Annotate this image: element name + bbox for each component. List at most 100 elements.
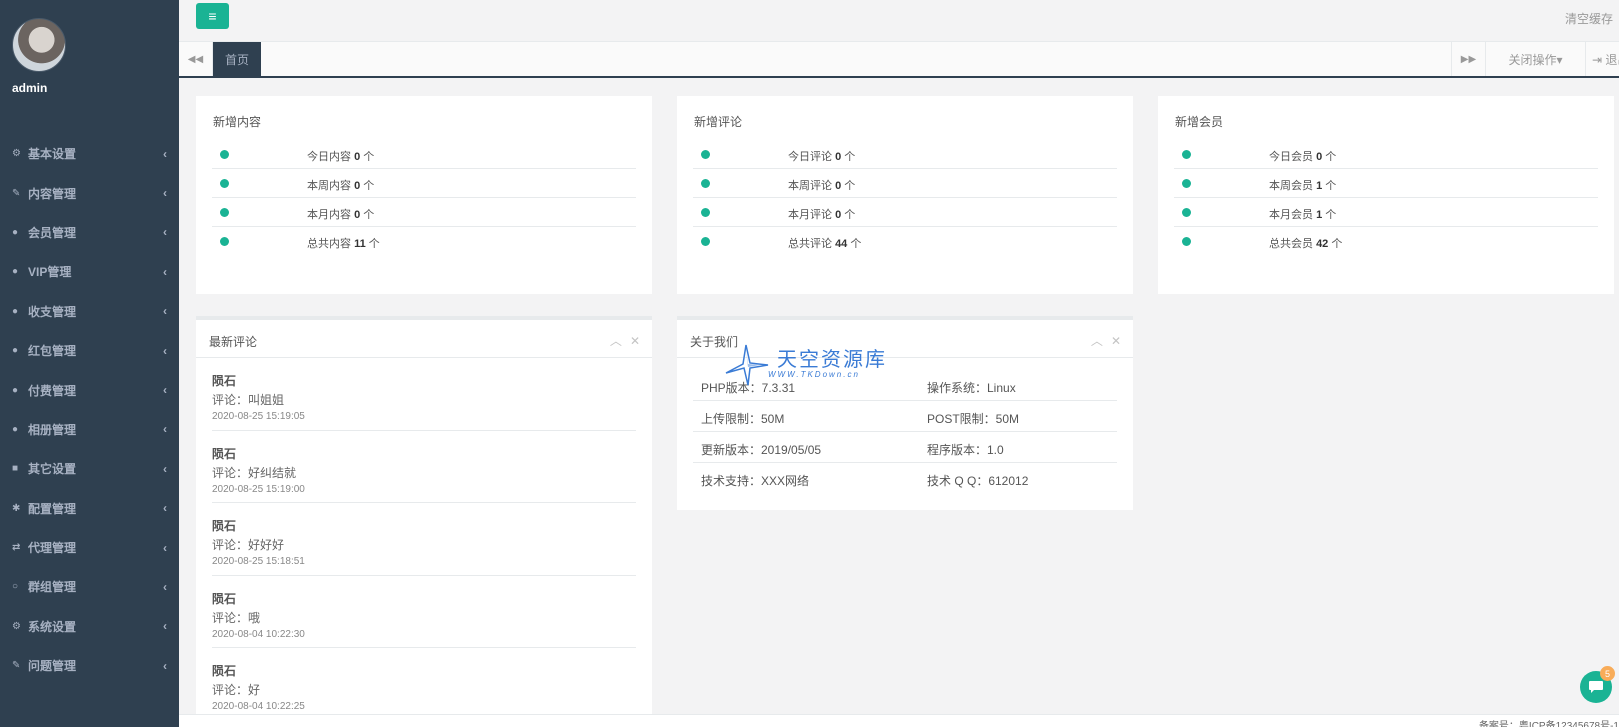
sidebar-item[interactable]: ● 付费管理 ‹ xyxy=(0,370,179,409)
stat-label: 本月内容 xyxy=(307,209,351,221)
chevron-left-icon: ‹ xyxy=(163,264,167,279)
sidebar-item-label: 基本设置 xyxy=(28,147,77,162)
stat-row: 总共会员 42 个 xyxy=(1174,227,1598,256)
stat-value: 0 xyxy=(835,209,842,221)
stat-panel-title: 新增内容 xyxy=(213,115,262,129)
info-left: 技术支持：XXX网络 xyxy=(701,474,810,488)
chevron-left-icon: ‹ xyxy=(163,225,167,240)
stat-value: 1 xyxy=(1316,209,1323,221)
asterisk-icon: ✱ xyxy=(12,502,21,514)
stat-unit: 个 xyxy=(844,180,856,192)
stat-label: 本周评论 xyxy=(788,180,832,192)
stat-row: 本月会员 1 个 xyxy=(1174,198,1598,227)
tab-home[interactable]: 首页 xyxy=(213,42,261,76)
sidebar-item-label: 问题管理 xyxy=(28,659,77,674)
stat-unit: 个 xyxy=(1331,238,1343,250)
footer: 备案号：粤ICP备12345678号-1 xyxy=(179,714,1619,727)
close-operations-dropdown[interactable]: 关闭操作▾ xyxy=(1485,42,1585,76)
stat-unit: 个 xyxy=(363,209,375,221)
info-right: POST限制：50M xyxy=(927,412,1020,426)
stat-row: 总共内容 11 个 xyxy=(212,227,636,256)
stat-text: 今日评论 0 个 xyxy=(788,148,855,164)
stat-value: 0 xyxy=(354,209,361,221)
collapse-icon[interactable]: ︿ xyxy=(1091,334,1103,348)
username[interactable]: admin xyxy=(12,81,179,95)
stat-value: 0 xyxy=(354,151,361,163)
stat-label: 总共内容 xyxy=(307,238,351,250)
panel-title: 最新评论 xyxy=(209,335,258,349)
sidebar-item[interactable]: ○ 群组管理 ‹ xyxy=(0,567,179,606)
sidebar-item[interactable]: ✎ 内容管理 ‹ xyxy=(0,173,179,212)
close-icon[interactable]: ✕ xyxy=(630,334,640,348)
chevron-left-icon: ‹ xyxy=(163,146,167,161)
chevron-left-icon: ‹ xyxy=(163,619,167,634)
stat-label: 今日内容 xyxy=(307,151,351,163)
stat-value: 0 xyxy=(835,151,842,163)
latest-comments-panel: 最新评论 ︿ ✕ 陨石 评论：叫姐姐 2020-08-25 15:19:05 陨石 评论：… xyxy=(196,316,652,714)
sidebar-item[interactable]: ✎ 问题管理 ‹ xyxy=(0,646,179,685)
sidebar-item[interactable]: ● VIP管理 ‹ xyxy=(0,252,179,291)
stat-panel-members: 新增会员 今日会员 0 个本周会员 1 个本月会员 1 个总共会员 42 个 xyxy=(1158,96,1614,294)
stat-panel-comments: 新增评论 今日评论 0 个本周评论 0 个本月评论 0 个总共评论 44 个 xyxy=(677,96,1133,294)
comment-item: 陨石 评论：好纠结就 2020-08-25 15:19:00 xyxy=(212,431,636,504)
sidebar-item-label: 配置管理 xyxy=(28,501,77,516)
user-icon: ● xyxy=(12,305,19,317)
sidebar-menu: ⚙ 基本设置 ‹ ✎ 内容管理 ‹ ● 会员管理 ‹ ● VIP管理 ‹ ● 收支管理 ‹ ● 红包管理 ‹ ● 付费… xyxy=(0,134,179,685)
stat-unit: 个 xyxy=(1325,209,1337,221)
menu-toggle-button[interactable]: ≡ xyxy=(196,3,229,29)
sidebar-item[interactable]: ⇄ 代理管理 ‹ xyxy=(0,528,179,567)
sidebar-item-label: 其它设置 xyxy=(28,462,77,477)
comment-item: 陨石 评论：好 2020-08-04 10:22:25 xyxy=(212,648,636,714)
watermark-logo: 天空资源库 WWW.TKDown.cn xyxy=(722,343,897,387)
stat-label: 今日会员 xyxy=(1269,151,1313,163)
sidebar-item[interactable]: ● 红包管理 ‹ xyxy=(0,331,179,370)
sidebar-item[interactable]: ■ 其它设置 ‹ xyxy=(0,449,179,488)
status-dot-icon xyxy=(220,179,229,188)
panel-tools: ︿ ✕ xyxy=(602,332,640,349)
status-dot-icon xyxy=(701,237,710,246)
collapse-icon[interactable]: ︿ xyxy=(610,334,622,348)
exchange-icon: ⇄ xyxy=(12,542,21,554)
sidebar-item-label: 群组管理 xyxy=(28,580,77,595)
chevron-left-icon: ‹ xyxy=(163,343,167,358)
stat-unit: 个 xyxy=(844,209,856,221)
comment-text: 评论：叫姐姐 xyxy=(212,393,285,407)
status-dot-icon xyxy=(220,237,229,246)
stat-unit: 个 xyxy=(1325,180,1337,192)
stat-unit: 个 xyxy=(844,151,856,163)
status-dot-icon xyxy=(220,208,229,217)
sidebar-item[interactable]: ✱ 配置管理 ‹ xyxy=(0,489,179,528)
chevron-left-icon: ‹ xyxy=(163,540,167,555)
sidebar-item[interactable]: ⚙ 系统设置 ‹ xyxy=(0,607,179,646)
info-row: 更新版本：2019/05/05 程序版本：1.0 xyxy=(693,432,1117,463)
logout-button[interactable]: ⇥ 退出 xyxy=(1585,42,1619,76)
tab-scroll-right-icon[interactable]: ▶▶ xyxy=(1451,42,1485,76)
stat-label: 总共评论 xyxy=(788,238,832,250)
chat-icon xyxy=(1589,681,1603,693)
stat-row: 本月评论 0 个 xyxy=(693,198,1117,227)
close-icon[interactable]: ✕ xyxy=(1111,334,1121,348)
comment-user: 陨石 xyxy=(212,591,237,606)
sidebar: admin ⚙ 基本设置 ‹ ✎ 内容管理 ‹ ● 会员管理 ‹ ● VIP管理 ‹ ● 收支管理 ‹ ● 红包… xyxy=(0,0,179,727)
chat-badge: 5 xyxy=(1600,666,1615,681)
sidebar-item[interactable]: ● 会员管理 ‹ xyxy=(0,213,179,252)
sidebar-item[interactable]: ● 相册管理 ‹ xyxy=(0,410,179,449)
sidebar-item[interactable]: ⚙ 基本设置 ‹ xyxy=(0,134,179,173)
tab-scroll-left-icon[interactable]: ◀◀ xyxy=(179,42,213,76)
footer-text: 备案号：粤ICP备12345678号-1 xyxy=(1478,721,1619,727)
info-left: 更新版本：2019/05/05 xyxy=(701,443,822,457)
stat-text: 总共会员 42 个 xyxy=(1269,235,1342,251)
stat-row: 本月内容 0 个 xyxy=(212,198,636,227)
info-right: 操作系统：Linux xyxy=(927,381,1016,395)
profile: admin xyxy=(0,0,179,108)
user-icon: ● xyxy=(12,384,19,396)
stat-label: 今日评论 xyxy=(788,151,832,163)
avatar[interactable] xyxy=(12,18,66,72)
user-icon: ● xyxy=(12,226,19,238)
comment-user: 陨石 xyxy=(212,664,237,679)
info-left: 上传限制：50M xyxy=(701,412,785,426)
watermark-url: WWW.TKDown.cn xyxy=(768,370,860,379)
sidebar-item[interactable]: ● 收支管理 ‹ xyxy=(0,292,179,331)
clear-cache-button[interactable]: 清空缓存 xyxy=(1565,10,1613,27)
stat-label: 本月会员 xyxy=(1269,209,1313,221)
